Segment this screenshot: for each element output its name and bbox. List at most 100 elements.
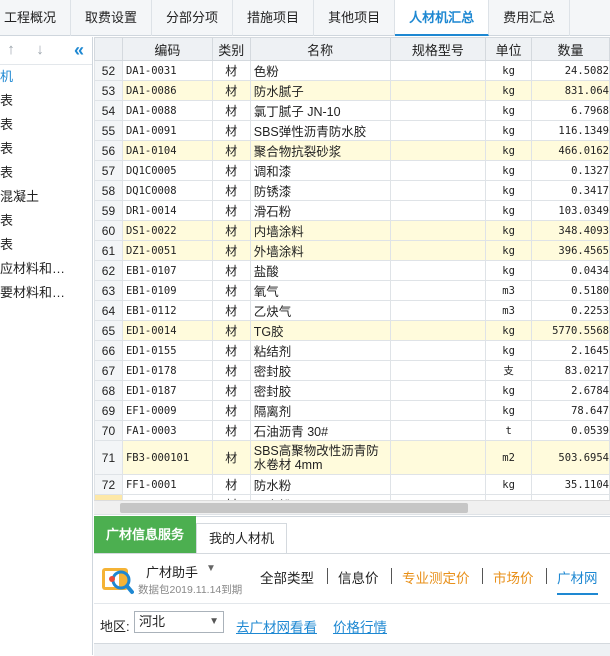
row-number[interactable]: 69 [94,400,123,421]
table-row[interactable]: 70 FA1-0003 材石油沥青 30# t 0.0539 [94,420,610,441]
cell-spec[interactable] [389,140,487,161]
cell-spec[interactable] [389,120,487,141]
row-number[interactable]: 65 [94,320,123,341]
table-row[interactable]: 59 DR1-0014 材滑石粉 kg 103.0349 [94,200,610,221]
cell-quantity[interactable]: 103.0349 [531,200,610,221]
table-row[interactable]: 52 DA1-0031 材色粉 kg 24.5082 [94,60,610,81]
tab-project-overview[interactable]: 工程概况 [0,0,72,36]
table-row[interactable]: 67 ED1-0178 材密封胶 支 83.0217 [94,360,610,381]
cell-category[interactable]: 材 [211,160,251,181]
cell-quantity[interactable]: 0.1327 [531,160,610,181]
table-row[interactable]: 57 DQ1C0005 材调和漆 kg 0.1327 [94,160,610,181]
cell-name[interactable]: 聚合物抗裂砂浆 [249,140,391,161]
cell-quantity[interactable]: 6.7968 [531,100,610,121]
region-select[interactable]: 河北 ▼ [134,611,224,633]
cell-code[interactable]: DQ1C0008 [121,180,213,201]
cell-category[interactable]: 材 [211,420,251,441]
cell-spec[interactable] [389,280,487,301]
cell-category[interactable]: 材 [211,400,251,421]
cell-name[interactable]: 外墙涂料 [249,240,391,261]
cell-code[interactable]: DR1-0014 [121,200,213,221]
table-row[interactable]: 69 EF1-0009 材隔离剂 kg 78.647 [94,400,610,421]
cell-code[interactable]: DA1-0088 [121,100,213,121]
cell-unit[interactable]: kg [485,160,533,181]
cell-code[interactable]: DA1-0031 [121,60,213,81]
move-down-icon[interactable]: ↓ [31,41,49,59]
cell-quantity[interactable]: 5770.5568 [531,320,610,341]
cell-name[interactable]: TG胶 [249,320,391,341]
cell-unit[interactable]: kg [485,340,533,361]
row-number[interactable]: 52 [94,60,123,81]
cell-quantity[interactable]: 116.1349 [531,120,610,141]
row-number[interactable]: 72 [94,474,123,495]
row-number[interactable]: 67 [94,360,123,381]
cell-spec[interactable] [389,200,487,221]
row-number[interactable]: 74 [94,514,123,515]
cell-name[interactable]: 密封胶 [249,380,391,401]
cell-code[interactable]: ED1-0014 [121,320,213,341]
cell-name[interactable]: 乙炔气 [249,300,391,321]
cell-quantity[interactable]: 396.4565 [531,240,610,261]
cell-unit[interactable]: kg [485,120,533,141]
col-header-category[interactable]: 类别 [211,37,251,61]
cell-code[interactable]: FB3-000101 [121,440,213,475]
cell-category[interactable]: 材 [211,474,251,495]
tab-divisions[interactable]: 分部分项 [152,0,234,36]
row-number[interactable]: 57 [94,160,123,181]
cell-quantity[interactable]: 503.6954 [531,440,610,475]
cell-name[interactable]: 粘结剂 [249,340,391,361]
cell-name[interactable]: 密封胶 [249,360,391,381]
cell-category[interactable]: 材 [211,240,251,261]
row-number[interactable]: 66 [94,340,123,361]
filter-info-price[interactable]: 信息价 [338,567,379,587]
cell-spec[interactable] [389,380,487,401]
cell-category[interactable]: 材 [211,140,251,161]
cell-name[interactable]: 隔离剂 [249,400,391,421]
tab-my-materials[interactable]: 我的人材机 [196,523,288,553]
cell-name[interactable]: 内墙涂料 [249,220,391,241]
table-row[interactable]: 66 ED1-0155 材粘结剂 kg 2.1645 [94,340,610,361]
table-row[interactable]: 62 EB1-0107 材盐酸 kg 0.0434 [94,260,610,281]
table-row[interactable]: 55 DA1-0091 材 SBS弹性沥青防水胶 kg 116.1349 [94,120,610,141]
cell-quantity[interactable]: 24.5082 [531,60,610,81]
filter-professional-price[interactable]: 专业测定价 [402,567,470,587]
filter-guangcai-web[interactable]: 广材网 [557,567,598,595]
row-number[interactable]: 58 [94,180,123,201]
tree-item[interactable]: 表 [0,113,92,137]
cell-category[interactable]: 材 [211,300,251,321]
tree-item[interactable]: 表 [0,209,92,233]
table-row[interactable]: 74GA1-0003材棉纱 kg22.0541 [94,514,610,515]
tab-labor-material-summary[interactable]: 人材机汇总 [395,0,490,36]
cell-code[interactable]: DS1-0022 [121,220,213,241]
cell-quantity[interactable]: 0.5180 [531,280,610,301]
cell-unit[interactable]: kg [485,240,533,261]
cell-code[interactable]: FF1-0001 [121,474,213,495]
cell-code[interactable]: DZ1-0051 [121,240,213,261]
cell-spec[interactable] [389,160,487,181]
row-number[interactable]: 61 [94,240,123,261]
price-trend-link[interactable]: 价格行情 [333,616,387,636]
cell-category[interactable]: 材 [211,180,251,201]
cell-name[interactable]: 色粉 [249,60,391,81]
row-number[interactable]: 55 [94,120,123,141]
cell-unit[interactable]: kg [485,140,533,161]
tree-item[interactable]: 应材料和… [0,257,92,281]
table-row[interactable]: 53 DA1-0086 材防水腻子 kg 831.064 [94,80,610,101]
table-row[interactable]: 63 EB1-0109 材氧气 m3 0.5180 [94,280,610,301]
table-row[interactable]: 58 DQ1C0008 材防锈漆 kg 0.3417 [94,180,610,201]
cell-category[interactable]: 材 [211,380,251,401]
cell-category[interactable]: 材 [211,60,251,81]
cell-quantity[interactable]: 348.4093 [531,220,610,241]
row-number[interactable]: 56 [94,140,123,161]
cell-spec[interactable] [389,400,487,421]
table-row[interactable]: 61 DZ1-0051 材外墙涂料 kg 396.4565 [94,240,610,261]
filter-all-types[interactable]: 全部类型 [260,567,314,587]
cell-quantity[interactable]: 831.064 [531,80,610,101]
cell-category[interactable]: 材 [211,340,251,361]
cell-category[interactable]: 材 [211,120,251,141]
cell-spec[interactable] [389,514,487,515]
col-header-unit[interactable]: 单位 [485,37,533,61]
cell-unit[interactable]: kg [485,514,533,515]
cell-spec[interactable] [389,474,487,495]
row-number[interactable]: 62 [94,260,123,281]
